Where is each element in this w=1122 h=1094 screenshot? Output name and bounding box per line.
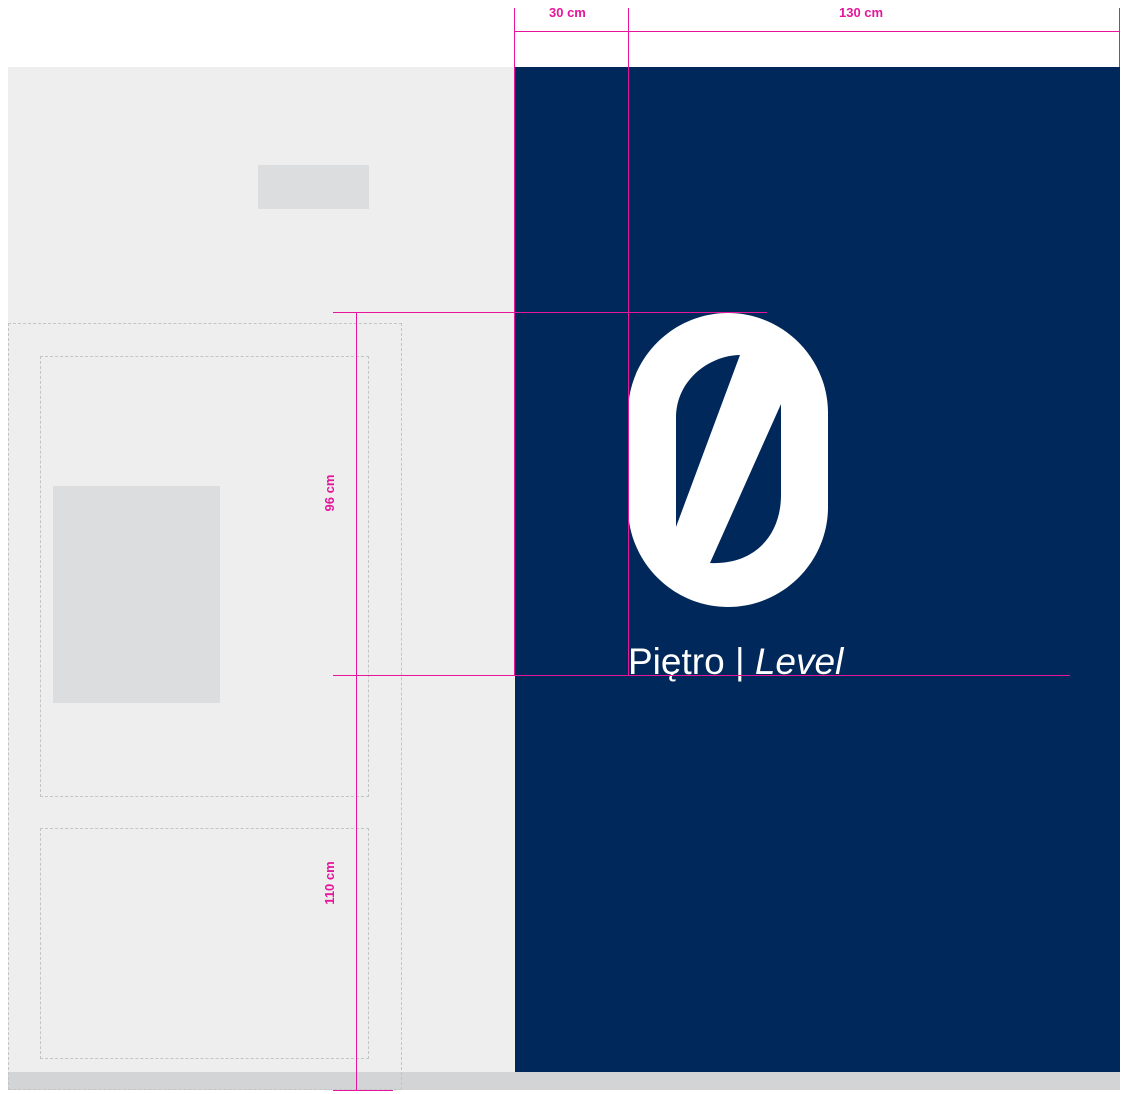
reference-line-baseline <box>333 675 1070 676</box>
numeral-zero-glyph <box>628 313 828 607</box>
dimension-label-margin: 30 cm <box>549 5 586 20</box>
dimension-line-panel-left <box>514 8 515 675</box>
zero-outer <box>628 313 828 607</box>
dimension-label-lower: 110 cm <box>322 861 337 905</box>
reference-line-floor <box>333 1090 393 1091</box>
dimension-label-width: 130 cm <box>839 5 884 20</box>
level-caption: Piętro | Level <box>628 638 843 686</box>
dimension-line-margin <box>628 8 629 675</box>
dimension-line-panel-right <box>1119 8 1120 67</box>
dimension-line-vertical <box>356 312 357 1091</box>
reference-line-top <box>333 312 767 313</box>
dimension-line-top <box>514 31 1120 32</box>
dimension-label-upper: 96 cm <box>322 474 337 512</box>
